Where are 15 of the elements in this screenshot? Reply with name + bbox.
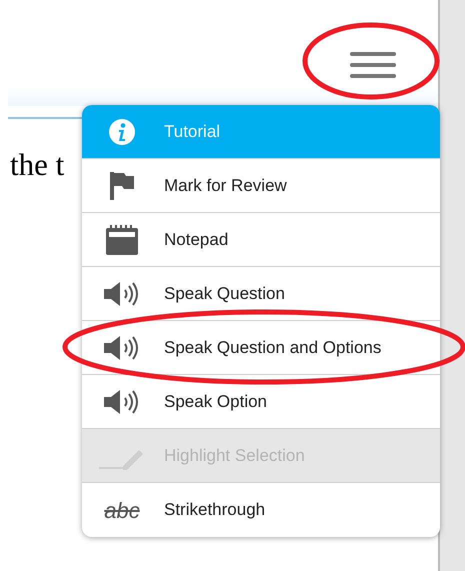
flag-icon (108, 170, 136, 200)
speaker-icon (103, 388, 141, 414)
speaker-icon (103, 280, 141, 306)
menu-item[interactable]: Speak Option (82, 375, 440, 429)
passage-text: the t (10, 146, 64, 184)
menu-item[interactable]: Mark for Review (82, 159, 440, 213)
notepad-icon (105, 224, 139, 256)
speaker-icon (103, 334, 141, 360)
menu-item[interactable]: Speak Question and Options (82, 321, 440, 375)
menu-item[interactable]: abc Strikethrough (82, 483, 440, 537)
menu-icon (350, 52, 396, 78)
menu-item[interactable]: Notepad (82, 213, 440, 267)
strikethrough-icon: abc (104, 494, 140, 526)
menu-item[interactable]: Speak Question (82, 267, 440, 321)
info-icon (108, 118, 136, 146)
